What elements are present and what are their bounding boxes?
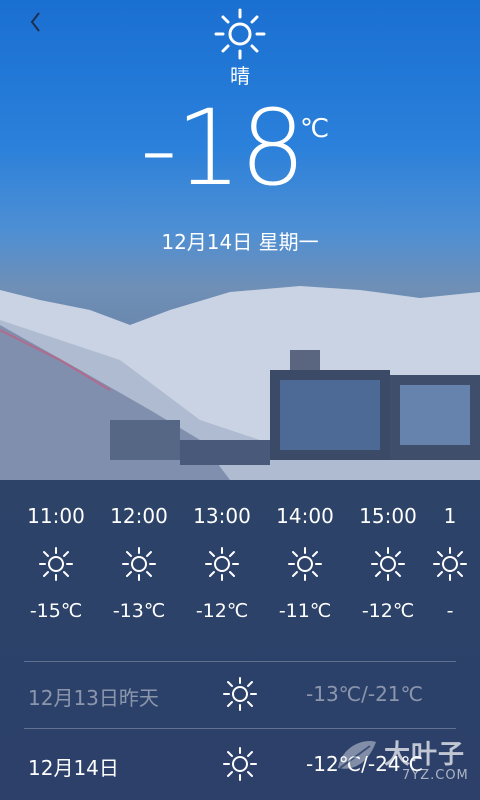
snowy-mountain-scene bbox=[0, 286, 480, 480]
hourly-item: 12:00 -13℃ bbox=[97, 500, 181, 622]
hour-time: 11:00 bbox=[27, 504, 85, 528]
sun-icon bbox=[371, 547, 405, 581]
hourly-item: 13:00 -12℃ bbox=[180, 500, 264, 622]
hourly-item: 14:00 -11℃ bbox=[263, 500, 347, 622]
watermark-text: 大叶子 bbox=[384, 740, 466, 770]
hour-temp: - bbox=[446, 600, 454, 622]
sun-icon bbox=[288, 547, 322, 581]
hourly-item: 11:00 -15℃ bbox=[14, 500, 98, 622]
hour-temp: -11℃ bbox=[278, 600, 332, 622]
sun-icon bbox=[214, 8, 266, 60]
sun-icon bbox=[122, 547, 156, 581]
daily-row[interactable]: 12月13日昨天 -13℃/-21℃ bbox=[0, 662, 480, 726]
watermark-subtext: 7YZ.COM bbox=[402, 768, 469, 783]
hourly-item: 1 - bbox=[408, 500, 480, 622]
hourly-forecast[interactable]: 11:00 -15℃ 12:00 -13℃ 13:00 -12℃ 14:00 -… bbox=[0, 500, 480, 650]
day-date: 12月13日昨天 bbox=[28, 686, 159, 710]
sun-icon bbox=[223, 747, 257, 781]
hour-temp: -13℃ bbox=[112, 600, 166, 622]
sun-icon bbox=[223, 677, 257, 711]
hour-time: 12:00 bbox=[110, 504, 168, 528]
sun-icon bbox=[39, 547, 73, 581]
hour-temp: -12℃ bbox=[195, 600, 249, 622]
hour-temp: -15℃ bbox=[29, 600, 83, 622]
current-condition: 晴 bbox=[230, 64, 250, 88]
hour-time: 14:00 bbox=[276, 504, 334, 528]
temperature-unit: ℃ bbox=[300, 114, 330, 144]
hour-time: 13:00 bbox=[193, 504, 251, 528]
day-date: 12月14日 bbox=[28, 756, 119, 780]
current-date: 12月14日 星期一 bbox=[161, 230, 319, 254]
sun-icon bbox=[433, 547, 467, 581]
day-temp-range: -13℃/-21℃ bbox=[306, 682, 423, 706]
sun-icon bbox=[205, 547, 239, 581]
hour-time: 1 bbox=[443, 504, 457, 528]
back-arrow-icon[interactable] bbox=[24, 10, 48, 34]
current-temperature: -18 bbox=[140, 87, 306, 209]
